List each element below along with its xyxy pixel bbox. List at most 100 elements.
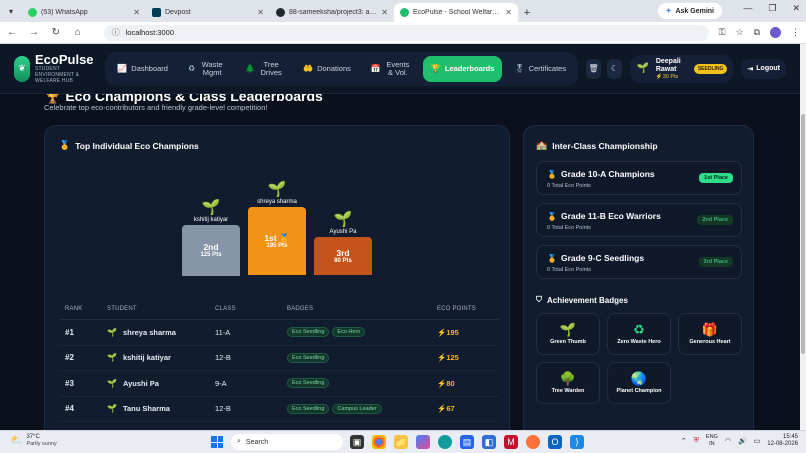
podium-name: kshitij katiyar bbox=[193, 217, 229, 223]
wifi-icon[interactable]: ◠ bbox=[725, 437, 731, 445]
achievement-tree-warden[interactable]: 🌳 Tree Warden bbox=[536, 362, 600, 404]
volume-icon[interactable]: 🔊 bbox=[738, 437, 747, 445]
sprout-icon: 🌱 bbox=[559, 322, 577, 337]
chrome-icon[interactable] bbox=[372, 435, 386, 449]
achievement-generous-heart[interactable]: 🎁 Generous Heart bbox=[678, 313, 742, 355]
nav-label: Certificates bbox=[528, 63, 567, 73]
table-row: #4 🌱 Tanu Sharma 12-B Eco Seedling Campus … bbox=[59, 397, 499, 422]
place-badge: 2nd Place bbox=[697, 215, 733, 225]
page-scrollbar[interactable] bbox=[800, 44, 806, 430]
nav-leaderboards[interactable]: 🏆 Leaderboards bbox=[422, 55, 503, 82]
search-icon: ⌕ bbox=[237, 438, 241, 445]
vscode-icon[interactable]: ⟩ bbox=[570, 435, 584, 449]
nav-dashboard[interactable]: 📈 Dashboard bbox=[109, 56, 176, 82]
ask-gemini-button[interactable]: ✦ Ask Gemini bbox=[657, 3, 722, 19]
close-window-icon[interactable]: ✕ bbox=[792, 3, 800, 14]
task-view-icon[interactable]: ▣ bbox=[350, 435, 364, 449]
nav-waste-mgmt[interactable]: ♻ Waste Mgmt bbox=[180, 56, 233, 82]
mcafee-icon[interactable]: M bbox=[504, 435, 518, 449]
address-bar-row: ← → ↻ ⌂ ⓘ localhost:3000 ⚿ ☆ ⧉ ⋮ bbox=[0, 22, 806, 44]
logo-subtitle: STUDENT ENVIRONMENT & WELFARE HUB bbox=[35, 66, 80, 84]
firefox-icon[interactable] bbox=[526, 435, 540, 449]
achievement-label: Green Thumb bbox=[550, 339, 586, 345]
badge-chip: Eco Seedling bbox=[287, 403, 330, 414]
theme-toggle-button[interactable]: ☾ bbox=[606, 58, 622, 79]
back-arrow-icon[interactable]: ← bbox=[6, 27, 18, 38]
points-value: 80 bbox=[446, 378, 455, 388]
password-key-icon[interactable]: ⚿ bbox=[719, 27, 726, 38]
weather-widget[interactable]: ⛅ 37°C Partly sunny bbox=[10, 434, 57, 447]
tab-close-icon[interactable]: ✕ bbox=[381, 8, 388, 17]
achievement-green-thumb[interactable]: 🌱 Green Thumb bbox=[536, 313, 600, 355]
tab-close-icon[interactable]: ✕ bbox=[257, 8, 264, 17]
achievement-label: Zero Waste Hero bbox=[617, 339, 661, 345]
app-header: ❦ EcoPulse STUDENT ENVIRONMENT & WELFARE… bbox=[0, 44, 800, 94]
taskbar-search[interactable]: ⌕ Search bbox=[231, 434, 343, 450]
class-name: 🏅 Grade 9-C Seedlings bbox=[547, 253, 644, 263]
forward-arrow-icon[interactable]: → bbox=[28, 27, 40, 38]
browser-tab-strip: ▾ (53) WhatsApp ✕ Devpost ✕ 88-sameeksha… bbox=[0, 0, 806, 22]
language-bottom: IN bbox=[709, 441, 715, 447]
individual-champions-card: 🏅 Top Individual Eco Champions 🌱 kshitij… bbox=[44, 125, 510, 430]
nav-donations[interactable]: 🤲 Donations bbox=[295, 56, 359, 82]
battery-icon[interactable]: ▭ bbox=[754, 437, 761, 445]
nav-tree-drives[interactable]: 🌲 Tree Drives bbox=[237, 56, 291, 82]
github-favicon-icon bbox=[276, 8, 285, 17]
podium-block-third: 3rd 80 Pts bbox=[314, 237, 372, 275]
ecopulse-logo[interactable]: ❦ EcoPulse STUDENT ENVIRONMENT & WELFARE… bbox=[14, 53, 97, 84]
delete-data-button[interactable]: 🗑 bbox=[586, 58, 601, 79]
leaderboard-table: RANK STUDENT CLASS BADGES ECO POINTS #1 … bbox=[59, 298, 499, 422]
browser-tab-devpost[interactable]: Devpost ✕ bbox=[146, 3, 270, 22]
site-info-icon[interactable]: ⓘ bbox=[112, 27, 120, 38]
whatsapp-favicon-icon bbox=[28, 8, 37, 17]
bookmark-star-icon[interactable]: ☆ bbox=[736, 27, 744, 38]
trash-icon: 🗑 bbox=[588, 64, 599, 73]
file-explorer-icon[interactable]: 📁 bbox=[394, 435, 408, 449]
badge-chip: Eco Seedling bbox=[287, 378, 330, 389]
nav-certificates[interactable]: 🎖 Certificates bbox=[506, 56, 574, 82]
weather-temperature: 37°C bbox=[26, 434, 40, 440]
security-icon[interactable]: ⛨ bbox=[694, 437, 699, 445]
store-icon[interactable]: ▤ bbox=[460, 435, 474, 449]
student-name: shreya sharma bbox=[122, 327, 176, 337]
browser-tab-whatsapp[interactable]: (53) WhatsApp ✕ bbox=[22, 3, 146, 22]
user-name: Deepali Rawat bbox=[655, 57, 681, 73]
home-icon[interactable]: ⌂ bbox=[72, 27, 84, 38]
edge-icon[interactable] bbox=[438, 435, 452, 449]
user-profile-chip[interactable]: 🌱 Deepali Rawat ⚡30 Pts SEEDLING bbox=[629, 54, 734, 83]
nav-events[interactable]: 📅 Events & Vol. bbox=[363, 56, 419, 82]
chevron-up-icon[interactable]: ⌃ bbox=[681, 437, 687, 445]
ecopulse-favicon-icon bbox=[400, 8, 409, 17]
outlook-icon[interactable]: O bbox=[548, 435, 562, 449]
rank-cell: #3 bbox=[65, 378, 74, 388]
tab-search-chevron-icon[interactable]: ▾ bbox=[0, 0, 22, 22]
points-value: 195 bbox=[446, 327, 459, 337]
extensions-icon[interactable]: ⧉ bbox=[754, 27, 760, 38]
achievement-zero-waste-hero[interactable]: ♻ Zero Waste Hero bbox=[607, 313, 671, 355]
url-field[interactable]: ⓘ localhost:3000 bbox=[103, 24, 709, 41]
sprout-icon: 🌱 bbox=[267, 181, 287, 198]
new-tab-button[interactable]: + bbox=[518, 3, 536, 22]
scrollbar-thumb[interactable] bbox=[801, 114, 805, 354]
copilot-icon[interactable] bbox=[416, 435, 430, 449]
language-indicator[interactable]: ENG IN bbox=[706, 434, 718, 448]
app-icon[interactable]: ◧ bbox=[482, 435, 496, 449]
chart-icon: 📈 bbox=[117, 63, 128, 73]
achievement-planet-champion[interactable]: 🌏 Planet Champion bbox=[607, 362, 671, 404]
browser-menu-icon[interactable]: ⋮ bbox=[791, 27, 800, 38]
browser-tab-ecopulse[interactable]: EcoPulse - School Welfare & En... ✕ bbox=[394, 3, 518, 22]
browser-tab-github[interactable]: 88-sameeksha/project3: antig... ✕ bbox=[270, 3, 394, 22]
tab-close-icon[interactable]: ✕ bbox=[133, 8, 140, 17]
podium-rank: 2nd bbox=[203, 242, 219, 252]
logout-button[interactable]: ⇥ Logout bbox=[741, 58, 786, 79]
tab-close-icon[interactable]: ✕ bbox=[505, 8, 512, 17]
clock[interactable]: 15:45 12-08-2026 bbox=[767, 434, 798, 448]
reload-icon[interactable]: ↻ bbox=[50, 27, 62, 38]
profile-avatar[interactable] bbox=[770, 27, 782, 38]
minimize-icon[interactable]: — bbox=[743, 3, 752, 14]
maximize-icon[interactable]: ❐ bbox=[768, 3, 776, 14]
points-cell: ⚡125 bbox=[437, 353, 459, 363]
points-cell: ⚡80 bbox=[437, 378, 455, 388]
logout-icon: ⇥ bbox=[747, 65, 754, 73]
windows-start-icon[interactable] bbox=[211, 436, 223, 448]
